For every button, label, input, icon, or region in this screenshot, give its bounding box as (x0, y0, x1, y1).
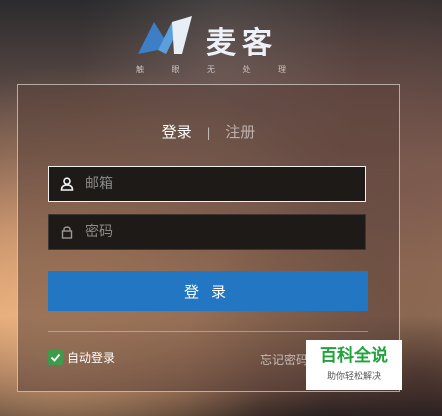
divider (48, 331, 368, 332)
auto-login-label: 自动登录 (67, 351, 116, 365)
watermark-title: 百科全说 (320, 346, 388, 366)
tab-login[interactable]: 登录 (162, 123, 192, 141)
tab-register[interactable]: 注册 (225, 123, 255, 141)
tab-separator: | (206, 126, 211, 140)
auto-login-option[interactable]: 自动登录 (48, 349, 115, 366)
auth-tabs: 登录 | 注册 (18, 121, 399, 142)
watermark-subtitle: 助你轻松解决 (326, 372, 381, 382)
m-logo-icon (138, 16, 192, 54)
email-field[interactable] (48, 166, 366, 202)
brand-name: 麦客 (206, 26, 278, 61)
auto-login-checkbox[interactable] (48, 350, 63, 365)
email-input[interactable] (85, 169, 365, 199)
brand-logo: 麦客 触 眼 无 处 理 (136, 12, 286, 74)
forgot-password-link[interactable]: 忘记密码 (260, 351, 308, 368)
watermark-badge: 百科全说 助你轻松解决 (306, 340, 402, 390)
lock-icon (49, 225, 85, 239)
brand-tagline: 触 眼 无 处 理 (136, 65, 286, 74)
password-input[interactable] (85, 217, 365, 247)
check-icon (50, 353, 61, 362)
password-field[interactable] (48, 214, 366, 250)
login-button[interactable]: 登录 (48, 271, 368, 311)
user-icon (49, 177, 85, 191)
